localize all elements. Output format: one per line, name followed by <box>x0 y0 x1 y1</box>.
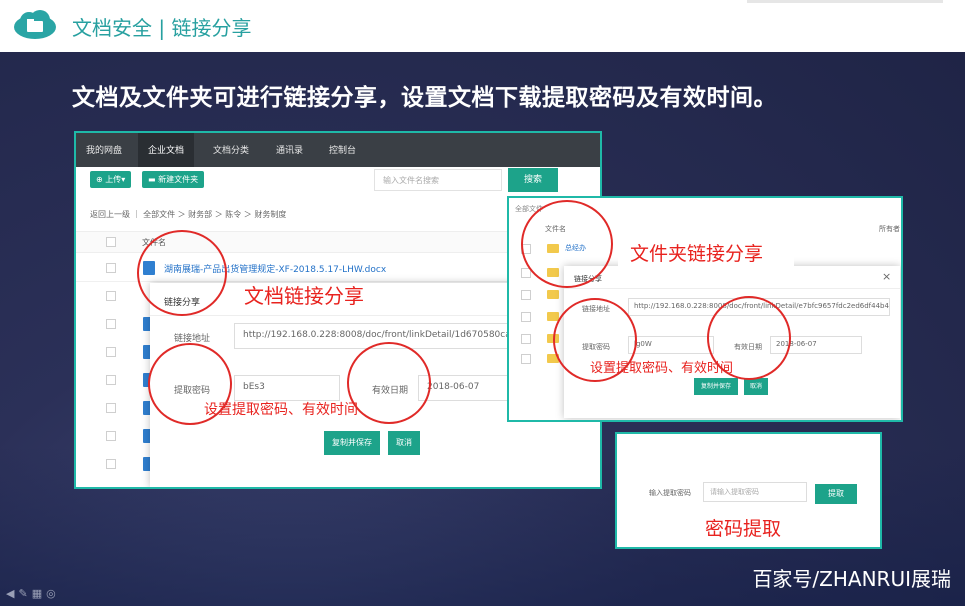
row-checkbox[interactable] <box>106 459 116 469</box>
section-title: 文档安全 | 链接分享 <box>72 16 252 40</box>
annotation-extract: 密码提取 <box>705 518 782 540</box>
highlight-circle <box>137 230 227 316</box>
row-checkbox[interactable] <box>521 312 531 322</box>
highlight-circle <box>707 296 791 380</box>
cancel-button[interactable]: 取消 <box>744 378 768 395</box>
row-checkbox[interactable] <box>106 347 116 357</box>
zoom-icon[interactable]: ◎ <box>46 587 60 600</box>
select-all-checkbox[interactable] <box>106 237 116 247</box>
annotation-doc-share: 文档链接分享 <box>244 284 364 308</box>
top-nav: 我的网盘 企业文档 文档分类 通讯录 控制台 <box>76 133 600 167</box>
row-checkbox[interactable] <box>106 291 116 301</box>
divider <box>564 288 900 289</box>
extract-button[interactable]: 提取 <box>815 484 857 504</box>
breadcrumb[interactable]: 返回上一级 ｜ 全部文件 ＞ 财务部 ＞ 陈令 ＞ 财务制度 <box>90 209 286 220</box>
row-checkbox[interactable] <box>106 319 116 329</box>
top-right-bar <box>747 0 943 3</box>
row-checkbox[interactable] <box>106 375 116 385</box>
close-icon[interactable]: × <box>882 270 891 283</box>
upload-button[interactable]: ⊕ 上传▾ <box>90 171 132 188</box>
highlight-circle <box>553 298 637 382</box>
extract-label: 输入提取密码 <box>649 489 691 497</box>
new-folder-button[interactable]: ▬ 新建文件夹 <box>142 171 205 188</box>
row-checkbox[interactable] <box>106 263 116 273</box>
password-field[interactable]: bEs3 <box>234 375 340 401</box>
tab-my-disk[interactable]: 我的网盘 <box>86 143 122 156</box>
folder-icon <box>547 290 559 299</box>
upload-icon: ⊕ <box>96 175 106 184</box>
highlight-circle <box>521 200 613 288</box>
row-checkbox[interactable] <box>106 431 116 441</box>
folder-icon: ▬ <box>148 175 159 184</box>
tab-enterprise-docs[interactable]: 企业文档 <box>138 133 195 167</box>
password-extract-screenshot: 输入提取密码 请输入提取密码 提取 密码提取 <box>615 432 882 549</box>
tab-console[interactable]: 控制台 <box>329 143 356 156</box>
grid-icon[interactable]: ▦ <box>32 587 46 600</box>
copy-save-button[interactable]: 复制并保存 <box>694 378 738 395</box>
pen-icon[interactable]: ✎ <box>18 587 31 600</box>
arrow-icon[interactable]: ◀ <box>6 587 18 600</box>
tab-contacts[interactable]: 通讯录 <box>276 143 303 156</box>
tab-doc-category[interactable]: 文档分类 <box>213 143 249 156</box>
highlight-circle <box>347 342 431 424</box>
row-checkbox[interactable] <box>521 290 531 300</box>
headline: 文档及文件夹可进行链接分享，设置文档下载提取密码及有效时间。 <box>72 85 777 111</box>
password-field[interactable]: lg0W <box>628 336 714 354</box>
slide-controls[interactable]: ◀✎▦◎ <box>6 587 60 600</box>
row-checkbox[interactable] <box>106 403 116 413</box>
row-checkbox[interactable] <box>521 354 531 364</box>
search-button[interactable]: 搜索 <box>508 168 558 192</box>
copy-save-button[interactable]: 复制并保存 <box>324 431 380 455</box>
top-bar: 文档安全 | 链接分享 <box>0 0 965 52</box>
extract-password-input[interactable]: 请输入提取密码 <box>703 482 807 502</box>
annotation-folder-share: 文件夹链接分享 <box>630 243 764 265</box>
cancel-button[interactable]: 取消 <box>388 431 420 455</box>
cloud-folder-icon <box>14 10 56 39</box>
search-input[interactable]: 输入文件名搜索 <box>374 169 502 191</box>
watermark: 百家号/ZHANRUI展瑞 <box>752 567 951 591</box>
column-owner: 所有者 <box>879 225 900 233</box>
row-checkbox[interactable] <box>521 334 531 344</box>
highlight-circle <box>148 343 232 425</box>
